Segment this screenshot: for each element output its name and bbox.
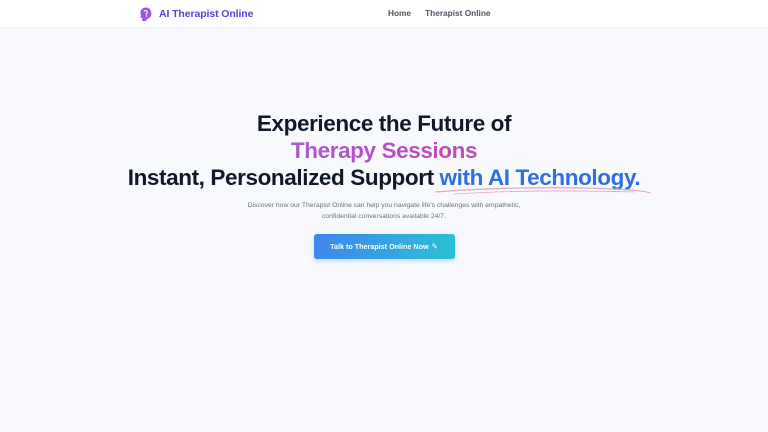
- hero-headline: Experience the Future of Therapy Session…: [0, 110, 768, 195]
- headline-line-3-plain: Instant, Personalized Support: [127, 165, 440, 190]
- talk-to-therapist-button[interactable]: Talk to Therapist Online Now ✎: [313, 234, 455, 259]
- cta-label: Talk to Therapist Online Now: [330, 242, 429, 251]
- nav-link-therapist-online[interactable]: Therapist Online: [425, 8, 490, 18]
- headline-line-1: Experience the Future of: [256, 111, 512, 136]
- top-nav: AI Therapist Online Home Therapist Onlin…: [0, 0, 768, 28]
- headline-gradient-text: Therapy Sessions: [0, 137, 768, 164]
- brand-logo-link[interactable]: AI Therapist Online: [137, 5, 253, 23]
- squiggle-underline-icon: [434, 187, 651, 195]
- headline-line-3: Instant, Personalized Support with AI Te…: [0, 164, 768, 195]
- head-profile-icon: [140, 7, 152, 21]
- pencil-icon: ✎: [431, 242, 438, 251]
- nav-links: Home Therapist Online: [388, 8, 491, 18]
- brand-name: AI Therapist Online: [159, 8, 254, 20]
- nav-link-home[interactable]: Home: [388, 8, 411, 18]
- hero-subtitle: Discover how our Therapist Online can he…: [247, 202, 521, 220]
- hero-section: Experience the Future of Therapy Session…: [0, 110, 768, 259]
- headline-accent-wrap: with AI Technology.: [434, 164, 651, 195]
